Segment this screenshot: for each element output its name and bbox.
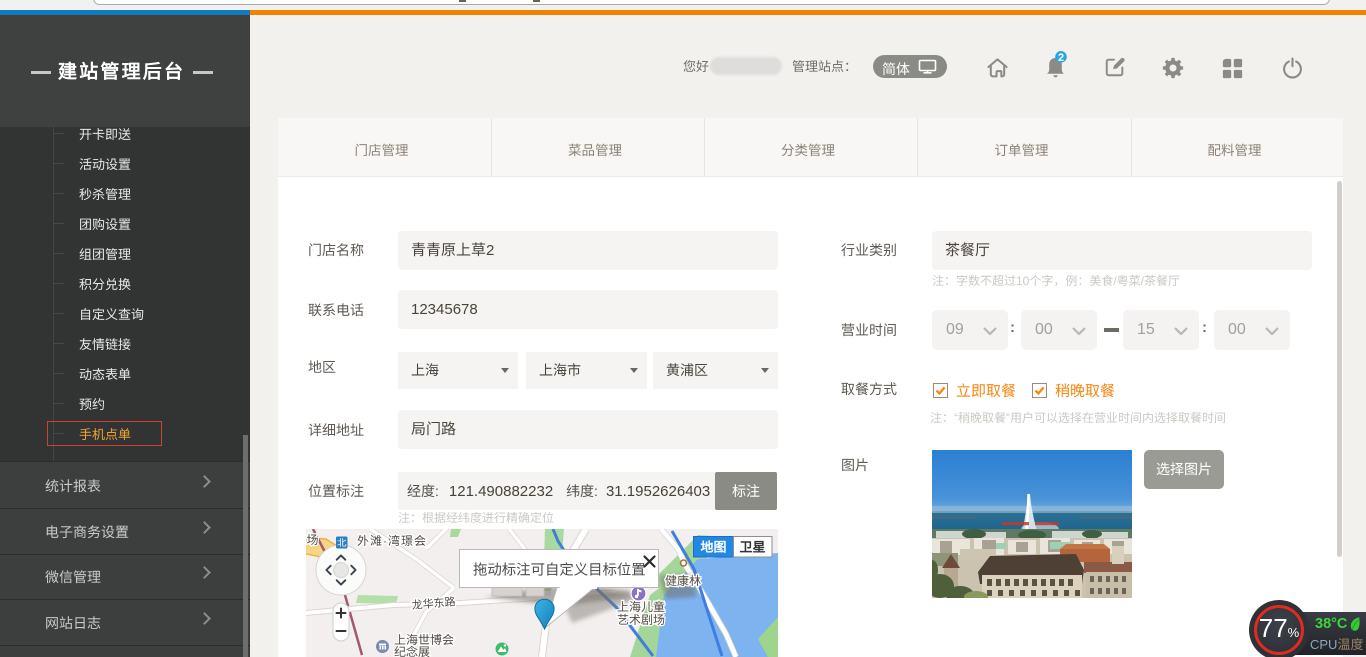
- svg-text:北: 北: [337, 538, 347, 549]
- svg-text:上海儿童: 上海儿童: [617, 600, 665, 614]
- svg-text:卫星: 卫星: [739, 540, 765, 555]
- svg-text:外滩·湾璟会: 外滩·湾璟会: [357, 534, 427, 548]
- svg-text:场: 场: [307, 533, 319, 547]
- svg-text:地图: 地图: [700, 540, 726, 555]
- svg-text:纪念展: 纪念展: [394, 645, 430, 657]
- svg-text:2: 2: [1058, 52, 1064, 64]
- svg-text:健康林: 健康林: [665, 574, 701, 588]
- svg-text:拖动标注可自定义目标位置: 拖动标注可自定义目标位置: [473, 562, 646, 579]
- svg-text:艺术剧场: 艺术剧场: [617, 613, 665, 627]
